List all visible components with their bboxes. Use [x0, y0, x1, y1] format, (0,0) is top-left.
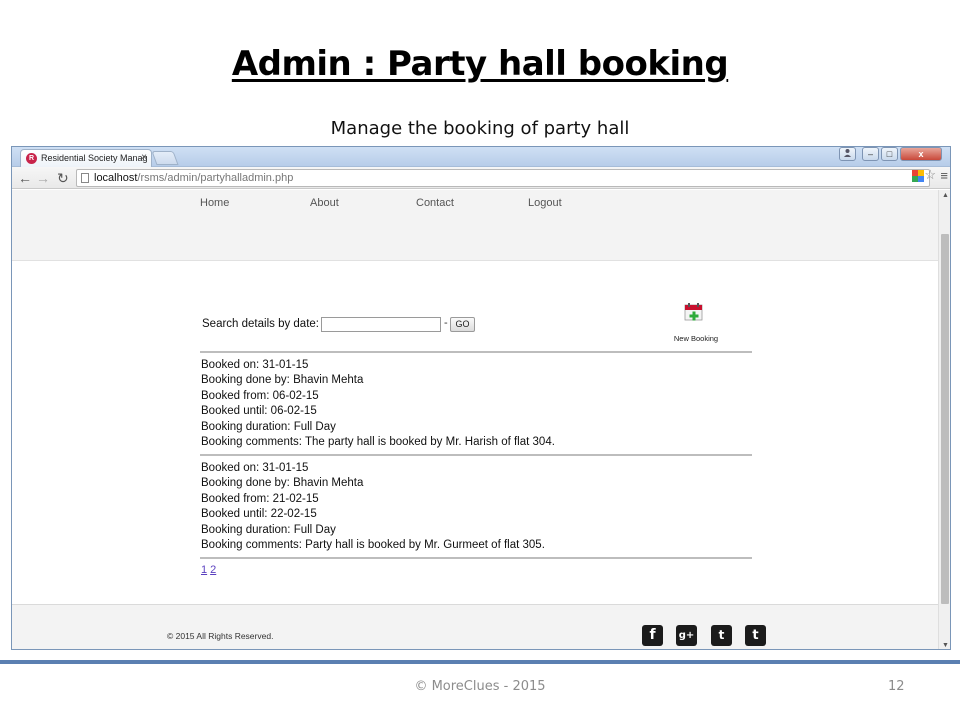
slide-subtitle: Manage the booking of party hall	[330, 118, 630, 139]
nav-logout-link[interactable]: Logout	[528, 197, 562, 209]
star-icon[interactable]: ☆	[924, 167, 936, 183]
menu-icon[interactable]: ≡	[940, 168, 948, 183]
booking-record: Booked on: 31-01-15 Booking done by: Bha…	[201, 461, 761, 553]
site-footer: © 2015 All Rights Reserved. f g+ t t	[12, 604, 940, 649]
site-header: Home About Contact Logout	[12, 190, 940, 261]
facebook-icon[interactable]: f	[642, 625, 663, 646]
slide-divider	[0, 660, 960, 664]
new-booking-calendar-icon[interactable]	[684, 302, 704, 322]
booking-comments: Booking comments: Party hall is booked b…	[201, 539, 545, 552]
address-bar: ← → ↻ localhost/rsms/admin/partyhalladmi…	[12, 167, 950, 189]
search-dash: -	[444, 317, 448, 329]
booked-on: Booked on: 31-01-15	[201, 359, 309, 371]
site-favicon-icon: R	[26, 153, 37, 164]
new-booking-label[interactable]: New Booking	[664, 334, 728, 343]
tab-bar: R Residential Society Manag × – □ x	[12, 147, 950, 167]
booked-until: Booked until: 06-02-15	[201, 405, 317, 418]
browser-tab[interactable]: R Residential Society Manag ×	[20, 149, 152, 167]
twitter-icon[interactable]: t	[711, 625, 732, 646]
search-date-input[interactable]	[321, 317, 441, 332]
page-link-1[interactable]: 1	[201, 564, 207, 576]
nav-home-link[interactable]: Home	[200, 197, 229, 209]
back-arrow-icon[interactable]: ←	[18, 169, 32, 187]
url-host: localhost	[94, 172, 138, 184]
url-path: /rsms/admin/partyhalladmin.php	[137, 172, 294, 184]
booking-duration: Booking duration: Full Day	[201, 523, 336, 536]
page-link-2[interactable]: 2	[210, 564, 216, 576]
extension-icon[interactable]	[912, 170, 924, 182]
close-button[interactable]: x	[900, 147, 942, 161]
copyright-text: © 2015 All Rights Reserved.	[167, 631, 274, 641]
page-viewport: Home About Contact Logout Search details…	[12, 190, 940, 649]
slide-page-number: 12	[888, 679, 905, 694]
forward-arrow-icon[interactable]: →	[36, 169, 50, 187]
slide-title: Admin : Party hall booking	[231, 44, 729, 84]
booked-on: Booked on: 31-01-15	[201, 462, 309, 474]
booking-record: Booked on: 31-01-15 Booking done by: Bha…	[201, 358, 761, 450]
scroll-up-icon[interactable]: ▲	[942, 192, 949, 199]
minimize-button[interactable]: –	[862, 147, 879, 161]
booked-until: Booked until: 22-02-15	[201, 508, 317, 521]
booking-comments: Booking comments: The party hall is book…	[201, 436, 555, 449]
divider	[200, 351, 752, 353]
search-label: Search details by date:	[202, 318, 319, 330]
user-profile-icon[interactable]	[839, 147, 856, 161]
divider	[200, 557, 752, 559]
booking-duration: Booking duration: Full Day	[201, 420, 336, 433]
booked-from: Booked from: 06-02-15	[201, 389, 319, 402]
divider	[200, 454, 752, 456]
pagination: 12	[201, 564, 219, 576]
tab-title: Residential Society Manag	[41, 153, 148, 163]
slide-footer-text: © MoreClues - 2015	[414, 679, 546, 694]
tab-close-icon[interactable]: ×	[141, 152, 147, 163]
scroll-down-icon[interactable]: ▼	[942, 642, 949, 649]
maximize-button[interactable]: □	[881, 147, 898, 161]
page-icon	[81, 173, 89, 183]
reload-icon[interactable]: ↻	[57, 169, 69, 187]
browser-window: R Residential Society Manag × – □ x ← → …	[11, 146, 951, 650]
vertical-scrollbar[interactable]: ▲ ▼	[938, 190, 950, 649]
window-controls: – □ x	[839, 147, 942, 163]
booked-by: Booking done by: Bhavin Mehta	[201, 477, 364, 490]
google-plus-icon[interactable]: g+	[676, 625, 697, 646]
scrollbar-thumb[interactable]	[941, 234, 949, 604]
go-button[interactable]: GO	[450, 317, 475, 332]
tumblr-icon[interactable]: t	[745, 625, 766, 646]
nav-contact-link[interactable]: Contact	[416, 197, 454, 209]
booked-by: Booking done by: Bhavin Mehta	[201, 374, 364, 387]
url-input[interactable]: localhost/rsms/admin/partyhalladmin.php	[76, 169, 930, 187]
new-tab-button[interactable]	[151, 151, 179, 165]
nav-about-link[interactable]: About	[310, 197, 339, 209]
booked-from: Booked from: 21-02-15	[201, 492, 319, 505]
